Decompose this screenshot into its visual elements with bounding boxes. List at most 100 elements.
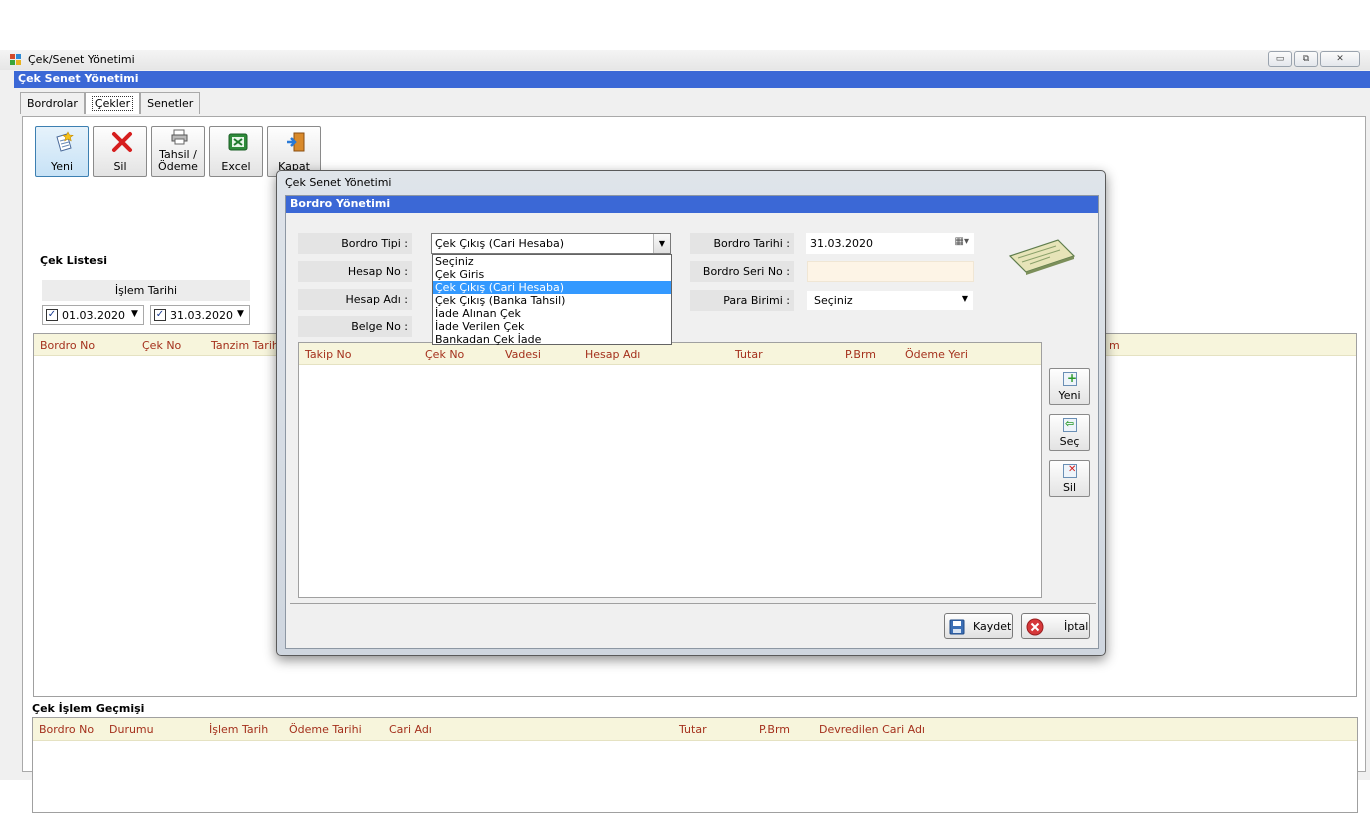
- bordro-tipi-dropdown[interactable]: Seçiniz Çek Giris Çek Çıkış (Cari Hesaba…: [432, 254, 672, 346]
- dropdown-option[interactable]: İade Verilen Çek: [433, 320, 671, 333]
- printer-icon: [171, 129, 188, 145]
- history-title: Çek İşlem Geçmişi: [32, 702, 145, 715]
- dropdown-option[interactable]: Çek Çıkış (Banka Tahsil): [433, 294, 671, 307]
- column-header: Vadesi: [505, 348, 541, 361]
- date-from-picker[interactable]: ✓ 01.03.2020 ▼: [42, 305, 144, 325]
- hesap-no-label: Hesap No :: [298, 261, 412, 282]
- column-header: Ödeme Yeri: [905, 348, 968, 361]
- tab-label: Bordrolar: [27, 97, 78, 110]
- chevron-down-icon: ▼: [131, 309, 138, 319]
- new-document-icon: [56, 131, 74, 152]
- select-row-button[interactable]: ⇦ Seç: [1049, 414, 1090, 451]
- chevron-down-icon[interactable]: ▼: [653, 234, 670, 253]
- delete-label: Sil: [113, 160, 127, 173]
- dialog-title: Çek Senet Yönetimi: [285, 176, 392, 189]
- new-label: Yeni: [50, 160, 74, 173]
- cheque-icon: [1008, 239, 1076, 275]
- calendar-icon[interactable]: ▦▾: [955, 236, 969, 247]
- excel-icon: [228, 133, 248, 151]
- collect-payment-button[interactable]: Tahsil / Ödeme: [151, 126, 205, 177]
- column-header: Çek No: [142, 339, 182, 352]
- bordro-detail-grid[interactable]: Takip No Çek No Vadesi Hesap Adı Tutar P…: [298, 342, 1042, 598]
- dropdown-option-selected[interactable]: Çek Çıkış (Cari Hesaba): [433, 281, 671, 294]
- window-controls: ▭ ⧉ ✕: [1268, 51, 1360, 67]
- select-row-icon: ⇦: [1063, 417, 1077, 432]
- tab-label: Senetler: [147, 97, 194, 110]
- dropdown-option[interactable]: İade Alınan Çek: [433, 307, 671, 320]
- check-list-title: Çek Listesi: [40, 254, 108, 267]
- collect-label-line2: Ödeme: [158, 160, 198, 173]
- add-row-label: Yeni: [1058, 389, 1081, 402]
- save-button[interactable]: Kaydet: [944, 613, 1013, 639]
- title-bar: Çek/Senet Yönetimi ▭ ⧉ ✕: [0, 50, 1370, 70]
- date-filter-header: İşlem Tarihi: [42, 280, 250, 301]
- tab-cekler[interactable]: Çekler: [84, 92, 141, 114]
- column-header: Tutar: [735, 348, 763, 361]
- dropdown-option[interactable]: Bankadan Çek İade: [433, 333, 671, 346]
- excel-label: Excel: [221, 160, 251, 173]
- new-button[interactable]: Yeni: [35, 126, 89, 177]
- app-header: Çek Senet Yönetimi: [14, 71, 1370, 88]
- close-icon[interactable]: ✕: [1320, 51, 1360, 67]
- bordro-tarihi-label: Bordro Tarihi :: [690, 233, 794, 254]
- add-row-button[interactable]: + Yeni: [1049, 368, 1090, 405]
- belge-no-label: Belge No :: [298, 316, 412, 337]
- column-header: Hesap Adı: [585, 348, 641, 361]
- exit-door-icon: [287, 132, 305, 152]
- dropdown-option[interactable]: Seçiniz: [433, 255, 671, 268]
- delete-row-label: Sil: [1062, 481, 1077, 494]
- column-header: Cari Adı: [389, 723, 432, 736]
- cancel-icon: [1026, 618, 1044, 636]
- select-row-label: Seç: [1059, 435, 1080, 448]
- date-to-picker[interactable]: ✓ 31.03.2020 ▼: [150, 305, 250, 325]
- para-birimi-value: Seçiniz: [814, 294, 853, 307]
- date-to-value: 31.03.2020: [170, 309, 233, 322]
- bordro-dialog: Çek Senet Yönetimi Bordro Yönetimi Bordr…: [276, 170, 1106, 656]
- column-header: Durumu: [109, 723, 154, 736]
- divider: [290, 603, 1096, 604]
- column-header: P.Brm: [759, 723, 791, 736]
- save-label: Kaydet: [973, 620, 1012, 633]
- excel-button[interactable]: Excel: [209, 126, 263, 177]
- save-disk-icon: [949, 619, 965, 635]
- column-header: Bordro No: [39, 723, 95, 736]
- bordro-tarihi-picker[interactable]: 31.03.2020 ▦▾: [806, 233, 974, 254]
- bordro-seri-no-input[interactable]: [807, 261, 974, 282]
- cancel-button[interactable]: İptal: [1021, 613, 1090, 639]
- history-grid-header: Bordro No Durumu İşlem Tarih Ödeme Tarih…: [33, 718, 1357, 741]
- column-header: Çek No: [425, 348, 465, 361]
- restore-icon[interactable]: ⧉: [1294, 51, 1318, 67]
- tab-label: Çekler: [91, 96, 134, 111]
- date-to-checkbox[interactable]: ✓: [154, 309, 166, 321]
- delete-button[interactable]: Sil: [93, 126, 147, 177]
- bordro-tipi-label: Bordro Tipi :: [298, 233, 412, 254]
- chevron-down-icon: ▼: [961, 294, 968, 303]
- bordro-tipi-select[interactable]: Çek Çıkış (Cari Hesaba) ▼: [431, 233, 671, 254]
- column-header: İşlem Tarih: [209, 723, 269, 736]
- dropdown-option[interactable]: Çek Giris: [433, 268, 671, 281]
- history-grid[interactable]: Bordro No Durumu İşlem Tarih Ödeme Tarih…: [32, 717, 1358, 813]
- bordro-tarihi-value: 31.03.2020: [810, 237, 873, 250]
- delete-x-icon: [112, 132, 132, 152]
- date-from-checkbox[interactable]: ✓: [46, 309, 58, 321]
- minimize-icon[interactable]: ▭: [1268, 51, 1292, 67]
- column-header: Bordro No: [40, 339, 96, 352]
- para-birimi-label: Para Birimi :: [690, 290, 794, 311]
- bordro-tipi-value: Çek Çıkış (Cari Hesaba): [435, 237, 565, 250]
- date-from-value: 01.03.2020: [62, 309, 125, 322]
- column-header: Takip No: [305, 348, 352, 361]
- delete-row-button[interactable]: ✕ Sil: [1049, 460, 1090, 497]
- column-header: Devredilen Cari Adı: [819, 723, 925, 736]
- collect-payment-label: Tahsil / Ödeme: [152, 149, 204, 173]
- dialog-body: Bordro Yönetimi Bordro Tipi : Hesap No :…: [285, 195, 1099, 649]
- tab-strip: Bordrolar Çekler Senetler: [20, 92, 201, 114]
- column-header: P.Brm: [845, 348, 877, 361]
- para-birimi-select[interactable]: Seçiniz ▼: [806, 290, 974, 311]
- add-row-icon: +: [1063, 371, 1077, 386]
- cancel-label: İptal: [1064, 620, 1089, 633]
- chevron-down-icon: ▼: [237, 309, 244, 319]
- column-header: Ödeme Tarihi: [289, 723, 362, 736]
- tab-senetler[interactable]: Senetler: [140, 92, 201, 114]
- bordro-detail-grid-header: Takip No Çek No Vadesi Hesap Adı Tutar P…: [299, 343, 1041, 365]
- tab-bordrolar[interactable]: Bordrolar: [20, 92, 85, 114]
